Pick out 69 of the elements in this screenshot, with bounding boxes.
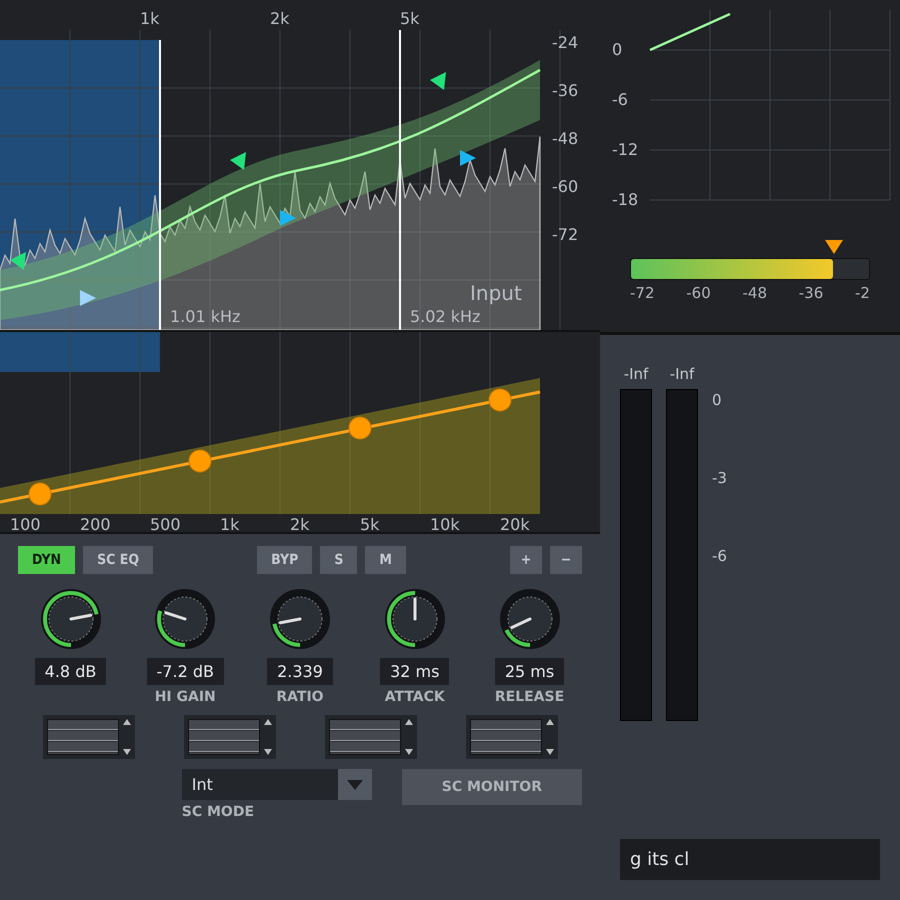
band-option-button[interactable]: M — [365, 546, 406, 574]
meter-scale-label: -72 — [630, 284, 654, 302]
trace-label: Input — [470, 281, 522, 305]
gain-scale-label: -18 — [612, 190, 638, 209]
mode-tab[interactable]: DYN — [18, 546, 76, 574]
level-scale-label: -72 — [552, 225, 578, 244]
triangle-marker-icon — [460, 150, 476, 166]
triangle-marker-icon — [430, 72, 446, 90]
meter-scale-label: -60 — [686, 284, 711, 302]
gain-scale-label: -12 — [612, 140, 638, 159]
knob-value: -7.2 dB — [146, 658, 224, 685]
zoom-button[interactable]: + — [510, 546, 542, 574]
meter-scale-label: -48 — [742, 284, 767, 302]
triangle-marker-icon — [230, 152, 246, 170]
triangle-marker-icon — [80, 290, 96, 306]
level-scale-label: -24 — [552, 33, 578, 52]
band-option-button[interactable]: S — [320, 546, 358, 574]
knob-value: 4.8 dB — [34, 658, 106, 685]
band-option-button[interactable]: BYP — [257, 546, 312, 574]
frequency-label: 1k — [220, 515, 240, 532]
knob-value: 32 ms — [380, 658, 450, 685]
zoom-button[interactable]: − — [550, 546, 582, 574]
mode-tab[interactable]: SC EQ — [83, 546, 154, 574]
stepper-control[interactable] — [42, 715, 134, 759]
band-handle[interactable] — [188, 450, 212, 472]
footer-text: g its cl — [620, 839, 880, 880]
band-handle[interactable] — [28, 482, 52, 506]
caret-icon — [346, 780, 363, 790]
frequency-label: 200 — [80, 515, 111, 532]
frequency-label: 5k — [400, 9, 420, 28]
frequency-label: 2k — [270, 9, 290, 28]
level-scale-label: -48 — [552, 129, 578, 148]
crossover-frequency-readout: 5.02 kHz — [410, 307, 480, 326]
frequency-label: 2k — [290, 515, 310, 532]
triangle-marker-icon — [280, 210, 296, 226]
stepper-control[interactable] — [324, 715, 416, 759]
meter-scale-label: -2 — [855, 284, 870, 302]
sc-monitor-button[interactable]: SC MONITOR — [402, 769, 582, 805]
frequency-label: 100 — [10, 515, 41, 532]
frequency-label: 500 — [150, 515, 181, 532]
stepper-control[interactable] — [184, 715, 276, 759]
gain-scale-label: 0 — [612, 40, 622, 59]
frequency-label: 5k — [360, 515, 380, 532]
triangle-marker-icon — [10, 252, 26, 270]
knob-label: HI GAIN — [154, 689, 216, 705]
band-handle[interactable] — [348, 416, 372, 440]
band-handle[interactable] — [488, 388, 512, 412]
meter-scale-label: -6 — [712, 547, 727, 565]
level-scale-label: -60 — [552, 177, 578, 196]
knob-label: RELEASE — [494, 689, 564, 705]
frequency-label: 20k — [500, 515, 530, 532]
sc-mode-dropdown[interactable]: Int — [182, 769, 372, 800]
level-scale-label: -36 — [552, 81, 578, 100]
level-marker-icon — [825, 240, 843, 254]
peak-readout: -Inf — [670, 365, 694, 383]
knob-label: RATIO — [276, 689, 324, 705]
knob-value: 2.339 — [267, 658, 333, 685]
dropdown-label: SC MODE — [182, 804, 256, 820]
meter-scale-label: 0 — [712, 391, 723, 409]
peak-readout: -Inf — [624, 365, 648, 383]
frequency-label: 10k — [430, 515, 460, 532]
frequency-label: 1k — [140, 9, 160, 28]
knob-value: 25 ms — [494, 658, 564, 685]
gain-scale-label: -6 — [612, 90, 628, 109]
knob-label: ATTACK — [384, 689, 445, 705]
stepper-control[interactable] — [466, 715, 558, 759]
crossover-frequency-readout: 1.01 kHz — [170, 307, 240, 326]
meter-scale-label: -36 — [798, 284, 824, 302]
meter-scale-label: -3 — [712, 469, 727, 487]
